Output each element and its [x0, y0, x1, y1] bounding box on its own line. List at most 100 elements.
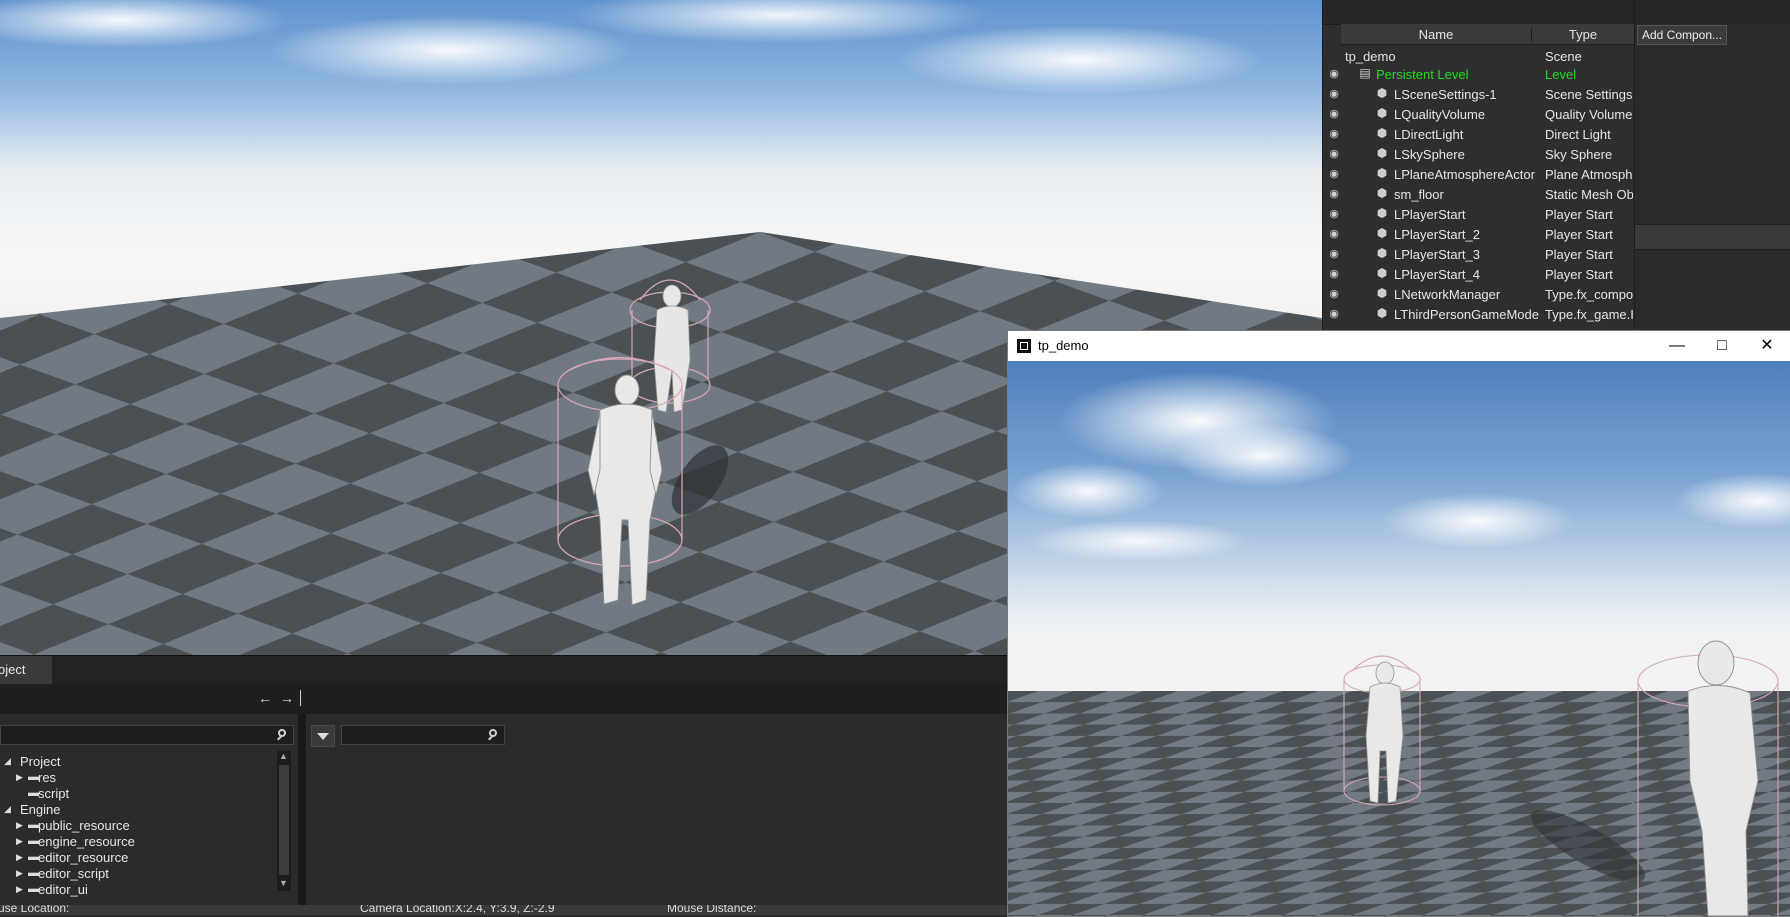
actor-cube-icon: ⬢ [1376, 226, 1388, 240]
tree-search-input[interactable] [0, 725, 294, 745]
outliner-row-type: Quality Volume [1545, 107, 1633, 122]
visibility-eye-icon[interactable]: ◉ [1327, 107, 1341, 121]
collapsed-arrow-icon[interactable]: ▶ [16, 868, 24, 879]
scroll-down-icon[interactable]: ▼ [279, 878, 288, 888]
tree-item[interactable]: ◢🗁Engine [0, 802, 276, 818]
forward-arrow-icon[interactable]: → [280, 690, 294, 706]
maximize-icon: □ [1717, 337, 1727, 354]
outliner-row[interactable]: ◉ ⬢ sm_floor Static Mesh Ob [1323, 184, 1635, 204]
tree-item[interactable]: ▬ script [0, 786, 276, 802]
tree-item[interactable]: ▶ ▬ editor_resource [0, 850, 276, 866]
actor-cube-icon: ⬢ [1376, 106, 1388, 120]
tree-item-label: editor_script [38, 866, 109, 881]
visibility-eye-icon[interactable]: ◉ [1327, 247, 1341, 261]
actor-cube-icon: ⬢ [1376, 306, 1388, 320]
outliner-row[interactable]: ◉ ⬢ LNetworkManager Type.fx_compo [1323, 284, 1635, 304]
outliner-row-name: LSceneSettings-1 [1394, 87, 1497, 102]
collapsed-arrow-icon[interactable]: ▶ [16, 820, 24, 831]
minimize-icon: — [1669, 337, 1685, 354]
scroll-up-icon[interactable]: ▲ [279, 751, 288, 761]
column-name-header[interactable]: Name [1341, 27, 1532, 42]
root-type: Scene [1545, 49, 1582, 64]
project-panel: oject ← → ◢🗁Project▶▬res▬script◢🗁Engine▶… [0, 655, 1008, 906]
outliner-row[interactable]: ◉ ⬢ LPlayerStart_2 Player Start [1323, 224, 1635, 244]
tree-item-label: editor_resource [38, 850, 129, 865]
tree-item[interactable]: ◢🗁Project [0, 754, 276, 770]
outliner-row-name: LSkySphere [1394, 147, 1465, 162]
outliner-root-row[interactable]: tp_demo Scene [1323, 46, 1635, 66]
asset-search-input[interactable] [341, 725, 505, 745]
collapsed-arrow-icon[interactable]: ▶ [16, 836, 24, 847]
maximize-button[interactable]: □ [1700, 331, 1744, 361]
outliner-row-type: Plane Atmosph [1545, 167, 1633, 182]
back-arrow-icon[interactable]: ← [258, 690, 272, 706]
expanded-arrow-icon[interactable]: ◢ [4, 756, 12, 767]
visibility-eye-icon[interactable]: ◉ [1327, 267, 1341, 281]
outliner-row-name: LThirdPersonGameMode [1394, 307, 1539, 322]
outliner-row[interactable]: ◉ ⬢ LPlaneAtmosphereActor Plane Atmosph [1323, 164, 1635, 184]
tab-project[interactable]: oject [0, 656, 52, 684]
tree-item[interactable]: ▶ ▬ engine_resource [0, 834, 276, 850]
outliner-row-name: LDirectLight [1394, 127, 1464, 142]
actor-cube-icon: ⬢ [1376, 286, 1388, 300]
tree-item[interactable]: ▶ ▬ public_resource [0, 818, 276, 834]
outliner-row[interactable]: ◉ ⬢ LSkySphere Sky Sphere [1323, 144, 1635, 164]
close-button[interactable]: ✕ [1745, 331, 1789, 361]
tree-item[interactable]: ▶ ▬ res [0, 770, 276, 786]
outliner-row-name: LPlayerStart [1394, 207, 1466, 222]
visibility-eye-icon[interactable]: ◉ [1327, 167, 1341, 181]
outliner-row[interactable]: ◉ ▤ Persistent Level Level [1323, 64, 1635, 84]
outliner-row[interactable]: ◉ ⬢ LDirectLight Direct Light [1323, 124, 1635, 144]
column-type-header[interactable]: Type [1533, 27, 1633, 42]
visibility-eye-icon[interactable]: ◉ [1327, 147, 1341, 161]
game-viewport[interactable] [1008, 361, 1790, 916]
tree-item[interactable]: ▶ ▬ editor_script [0, 866, 276, 882]
tree-scrollbar[interactable]: ▲ ▼ [277, 751, 291, 891]
tree-item-label: Engine [20, 802, 61, 817]
tree-item-label: res [38, 770, 57, 785]
outliner-row-name: LNetworkManager [1394, 287, 1501, 302]
outliner-row-name: LPlayerStart_2 [1394, 227, 1480, 242]
add-component-button[interactable]: Add Compon... [1637, 25, 1727, 45]
outliner-row[interactable]: ◉ ⬢ LPlayerStart_3 Player Start [1323, 244, 1635, 264]
visibility-eye-icon[interactable]: ◉ [1327, 127, 1341, 141]
tree-item-label: engine_resource [38, 834, 135, 849]
outliner-row[interactable]: ◉ ⬢ LPlayerStart_4 Player Start [1323, 264, 1635, 284]
minimize-button[interactable]: — [1655, 331, 1699, 361]
visibility-eye-icon[interactable]: ◉ [1327, 87, 1341, 101]
visibility-eye-icon[interactable]: ◉ [1327, 307, 1341, 321]
actor-cube-icon: ⬢ [1376, 166, 1388, 180]
collapsed-arrow-icon[interactable]: ▶ [16, 852, 24, 863]
visibility-eye-icon[interactable]: ◉ [1327, 227, 1341, 241]
collapsed-arrow-icon[interactable]: ▶ [16, 884, 24, 895]
search-icon[interactable] [277, 729, 289, 741]
expanded-arrow-icon[interactable]: ◢ [4, 804, 12, 815]
outliner-row-type: Type.fx_compo [1545, 287, 1633, 302]
scrollbar-thumb[interactable] [279, 765, 289, 875]
outliner-header: Name Type [1341, 24, 1635, 45]
tree-item[interactable]: ▶ ▬ editor_ui [0, 882, 276, 898]
app-icon [1017, 339, 1031, 353]
visibility-eye-icon[interactable]: ◉ [1327, 187, 1341, 201]
outliner-row[interactable]: ◉ ⬢ LQualityVolume Quality Volume [1323, 104, 1635, 124]
window-titlebar[interactable]: tp_demo — □ ✕ [1008, 331, 1790, 361]
outliner-row-name: LPlayerStart_3 [1394, 247, 1480, 262]
outliner-row[interactable]: ◉ ⬢ LThirdPersonGameMode Type.fx_game.I [1323, 304, 1635, 324]
details-topbar [1635, 0, 1790, 24]
root-name: tp_demo [1345, 49, 1396, 64]
filter-dropdown[interactable] [311, 725, 335, 747]
outliner-row[interactable]: ◉ ⬢ LPlayerStart Player Start [1323, 204, 1635, 224]
outliner-row-name: LPlaneAtmosphereActor [1394, 167, 1535, 182]
search-icon[interactable] [488, 729, 500, 741]
game-window[interactable]: tp_demo — □ ✕ [1007, 330, 1790, 917]
panel-splitter[interactable] [298, 714, 306, 906]
visibility-eye-icon[interactable]: ◉ [1327, 67, 1341, 81]
details-panel: Add Compon... [1634, 0, 1790, 330]
visibility-eye-icon[interactable]: ◉ [1327, 207, 1341, 221]
details-section-strip [1635, 224, 1790, 250]
collapsed-arrow-icon[interactable]: ▶ [16, 772, 24, 783]
project-navbar: ← → [0, 684, 1008, 714]
visibility-eye-icon[interactable]: ◉ [1327, 287, 1341, 301]
outliner-row-name: LQualityVolume [1394, 107, 1486, 122]
outliner-row[interactable]: ◉ ⬢ LSceneSettings-1 Scene Settings [1323, 84, 1635, 104]
